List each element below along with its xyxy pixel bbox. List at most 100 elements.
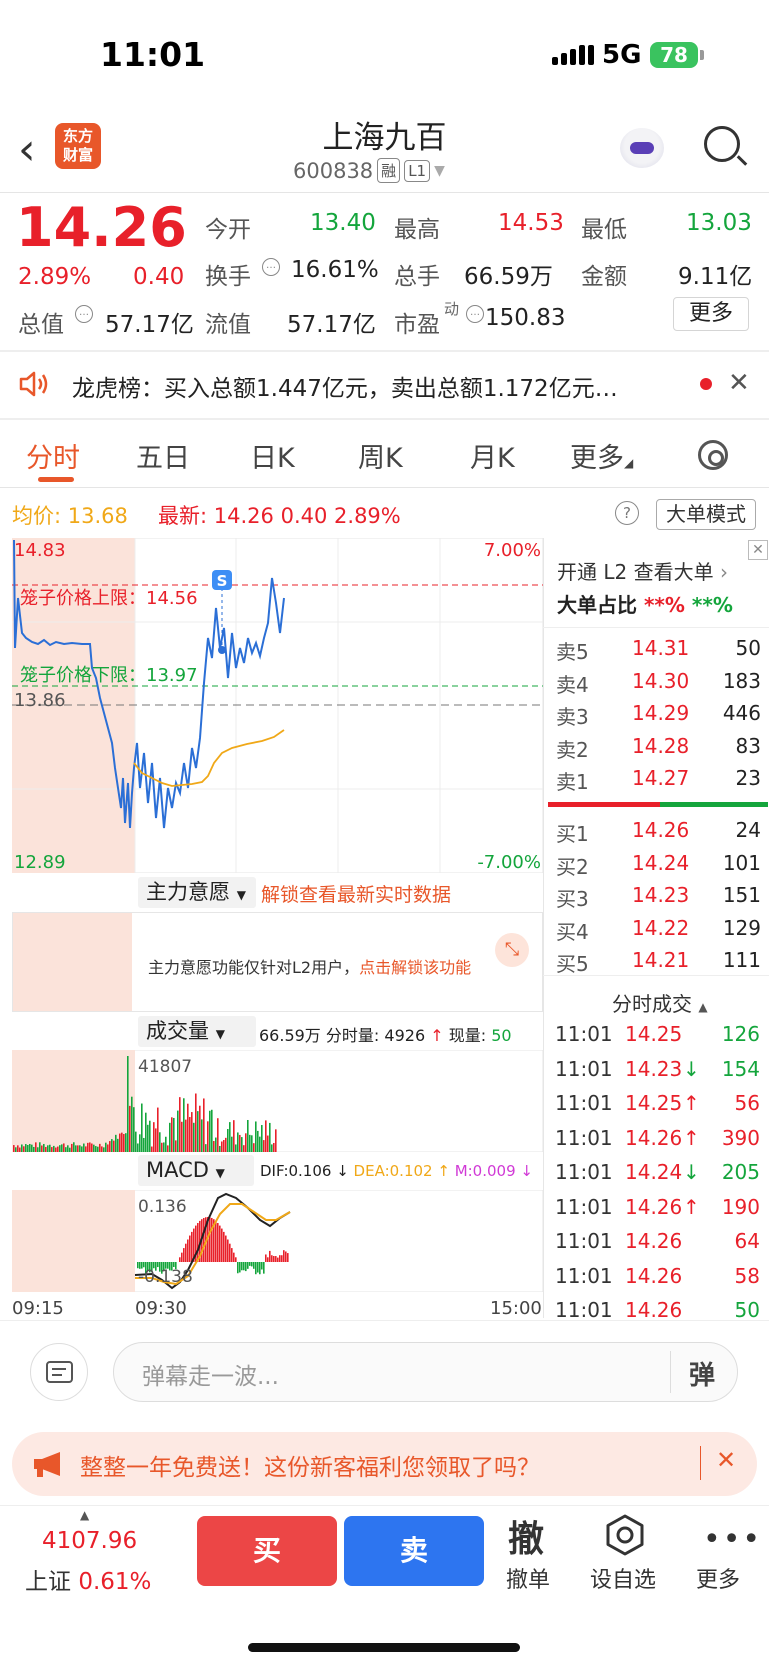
time-label-close: 15:00 xyxy=(490,1298,542,1319)
big-order-ratio: 大单占比 **% **% xyxy=(557,589,733,618)
more-menu-button[interactable]: 更多 xyxy=(696,1562,740,1594)
cancel-order-button[interactable]: 撤单 xyxy=(506,1562,550,1594)
macd-bar xyxy=(211,1217,213,1262)
danmu-send-button[interactable]: 弹 xyxy=(689,1355,715,1392)
battery-nub xyxy=(700,50,704,60)
danmu-placeholder: 弹幕走一波... xyxy=(142,1364,279,1390)
stock-code-row[interactable]: 600838 融 L1 ▼ xyxy=(293,158,445,183)
tick-arrow: ↓ xyxy=(683,1056,700,1081)
announcement-text[interactable]: 龙虎榜：买入总额1.447亿元，卖出总额1.172亿元… xyxy=(72,369,682,403)
ask-row-price: 14.27 xyxy=(632,766,690,790)
bid-row-label: 买3 xyxy=(556,887,589,911)
volume-bar xyxy=(167,1145,169,1152)
close-icon[interactable]: ✕ xyxy=(728,368,750,398)
ask-row[interactable]: 卖3 14.29 446 xyxy=(556,701,761,733)
macd-selector[interactable]: MACD ▼ xyxy=(138,1155,254,1186)
ask-row[interactable]: 卖1 14.27 23 xyxy=(556,766,761,798)
index-row[interactable]: 上证 0.61% xyxy=(25,1562,151,1596)
add-watch-icon[interactable] xyxy=(604,1514,646,1556)
tick-time: 11:01 xyxy=(555,1194,613,1219)
macd-chart[interactable]: 0.136 -0.138 xyxy=(12,1190,543,1292)
volume-stats: 66.59万 分时量: 4926 ↑ 现量: 50 xyxy=(259,1022,512,1046)
volume-bar xyxy=(47,1145,49,1152)
search-icon[interactable] xyxy=(704,126,740,162)
index-value[interactable]: 4107.96 xyxy=(42,1528,137,1554)
tick-volume: 58 xyxy=(734,1263,760,1288)
close-icon[interactable]: ✕ xyxy=(716,1446,736,1474)
bid-row-price: 14.22 xyxy=(632,915,690,940)
volume-bar xyxy=(143,1137,145,1152)
zhuli-unlock-link[interactable]: 解锁查看最新实时数据 xyxy=(261,880,451,907)
help-icon[interactable]: ? xyxy=(615,501,639,525)
volume-bar xyxy=(231,1136,233,1152)
bid-row[interactable]: 买1 14.26 24 xyxy=(556,818,761,850)
info-icon[interactable]: … xyxy=(75,305,93,323)
megaphone-icon xyxy=(34,1452,60,1477)
volume-selector[interactable]: 成交量 ▼ xyxy=(138,1016,256,1047)
tab-month-k[interactable]: 月K xyxy=(470,436,515,475)
add-watch-button[interactable]: 设自选 xyxy=(590,1562,656,1594)
volume-bar xyxy=(267,1135,269,1152)
big-order-red: **% xyxy=(643,593,685,617)
info-icon[interactable]: … xyxy=(466,305,484,323)
bid-row-label: 买1 xyxy=(556,822,589,846)
time-label-open: 09:30 xyxy=(135,1298,187,1319)
volume-chart[interactable]: 41807 xyxy=(12,1050,543,1152)
down-arrow-icon: ↓ xyxy=(515,1162,533,1180)
bid-row[interactable]: 买3 14.23 151 xyxy=(556,883,761,915)
ask-row[interactable]: 卖2 14.28 83 xyxy=(556,734,761,766)
volume-bar xyxy=(93,1144,95,1152)
zhuli-selector[interactable]: 主力意愿 ▼ xyxy=(138,877,256,908)
ask-row-label: 卖1 xyxy=(556,770,589,794)
bid-row[interactable]: 买2 14.24 101 xyxy=(556,851,761,883)
volume-bar xyxy=(207,1121,209,1152)
bid-row[interactable]: 买4 14.22 129 xyxy=(556,916,761,948)
tab-fenshi[interactable]: 分时 xyxy=(26,436,80,475)
ticks-title[interactable]: 分时成交 ▲ xyxy=(612,988,708,1017)
ask-row[interactable]: 卖5 14.31 50 xyxy=(556,636,761,668)
macd-bar xyxy=(255,1262,257,1275)
danmu-input[interactable]: 弹幕走一波... 弹 xyxy=(113,1342,738,1402)
volume-bar xyxy=(105,1142,107,1152)
amount-value: 9.11亿 xyxy=(678,264,753,290)
more-dots-icon[interactable]: ••• xyxy=(703,1522,762,1557)
big-order-mode-button[interactable]: 大单模式 xyxy=(656,499,756,530)
sell-button[interactable]: 卖 xyxy=(344,1516,484,1586)
price-chart[interactable]: S 14.83 13.86 13.86 12.89 7.00% -7.00% 笼… xyxy=(12,538,543,873)
macd-bar xyxy=(263,1262,265,1274)
volume-bar xyxy=(25,1144,27,1152)
volume-bar xyxy=(225,1137,227,1152)
volume-bar xyxy=(135,1131,137,1152)
gear-icon[interactable] xyxy=(698,440,728,470)
volume-selector-label: 成交量 xyxy=(146,1019,209,1043)
volume-max-label: 41807 xyxy=(138,1057,192,1077)
ask-row[interactable]: 卖4 14.30 183 xyxy=(556,669,761,701)
l2-link[interactable]: 开通 L2 查看大单 › xyxy=(557,556,728,585)
buy-button[interactable]: 买 xyxy=(197,1516,337,1586)
zhuli-note-link[interactable]: 点击解锁该功能 xyxy=(359,958,471,977)
y-bottom-label: 12.89 xyxy=(14,852,66,873)
volume-bar xyxy=(205,1144,207,1152)
cancel-icon[interactable]: 撤 xyxy=(508,1510,544,1562)
expand-icon[interactable]: ⤡ xyxy=(495,933,529,967)
volume-bar xyxy=(189,1117,191,1152)
macd-bar xyxy=(237,1262,239,1274)
macd-bar xyxy=(219,1225,221,1262)
low-value: 13.03 xyxy=(686,210,752,236)
close-icon[interactable]: ✕ xyxy=(748,540,768,560)
volume-bar xyxy=(187,1103,189,1152)
macd-bar xyxy=(235,1257,237,1262)
promo-banner[interactable]: 整整一年免费送！这份新客福利您领取了吗？ ✕ xyxy=(12,1432,757,1496)
macd-bar xyxy=(245,1262,247,1272)
volume-bar xyxy=(175,1140,177,1152)
macd-bar xyxy=(183,1248,185,1262)
info-icon[interactable]: … xyxy=(262,258,280,276)
bid-row-volume: 151 xyxy=(722,883,761,907)
tab-week-k[interactable]: 周K xyxy=(358,436,403,475)
tab-day-k[interactable]: 日K xyxy=(250,436,295,475)
danmu-list-icon[interactable] xyxy=(30,1343,88,1401)
tab-five-day[interactable]: 五日 xyxy=(136,436,190,475)
tab-more[interactable]: 更多◢ xyxy=(570,436,633,475)
assistant-robot-icon[interactable] xyxy=(620,128,664,168)
more-button[interactable]: 更多 xyxy=(673,297,749,331)
